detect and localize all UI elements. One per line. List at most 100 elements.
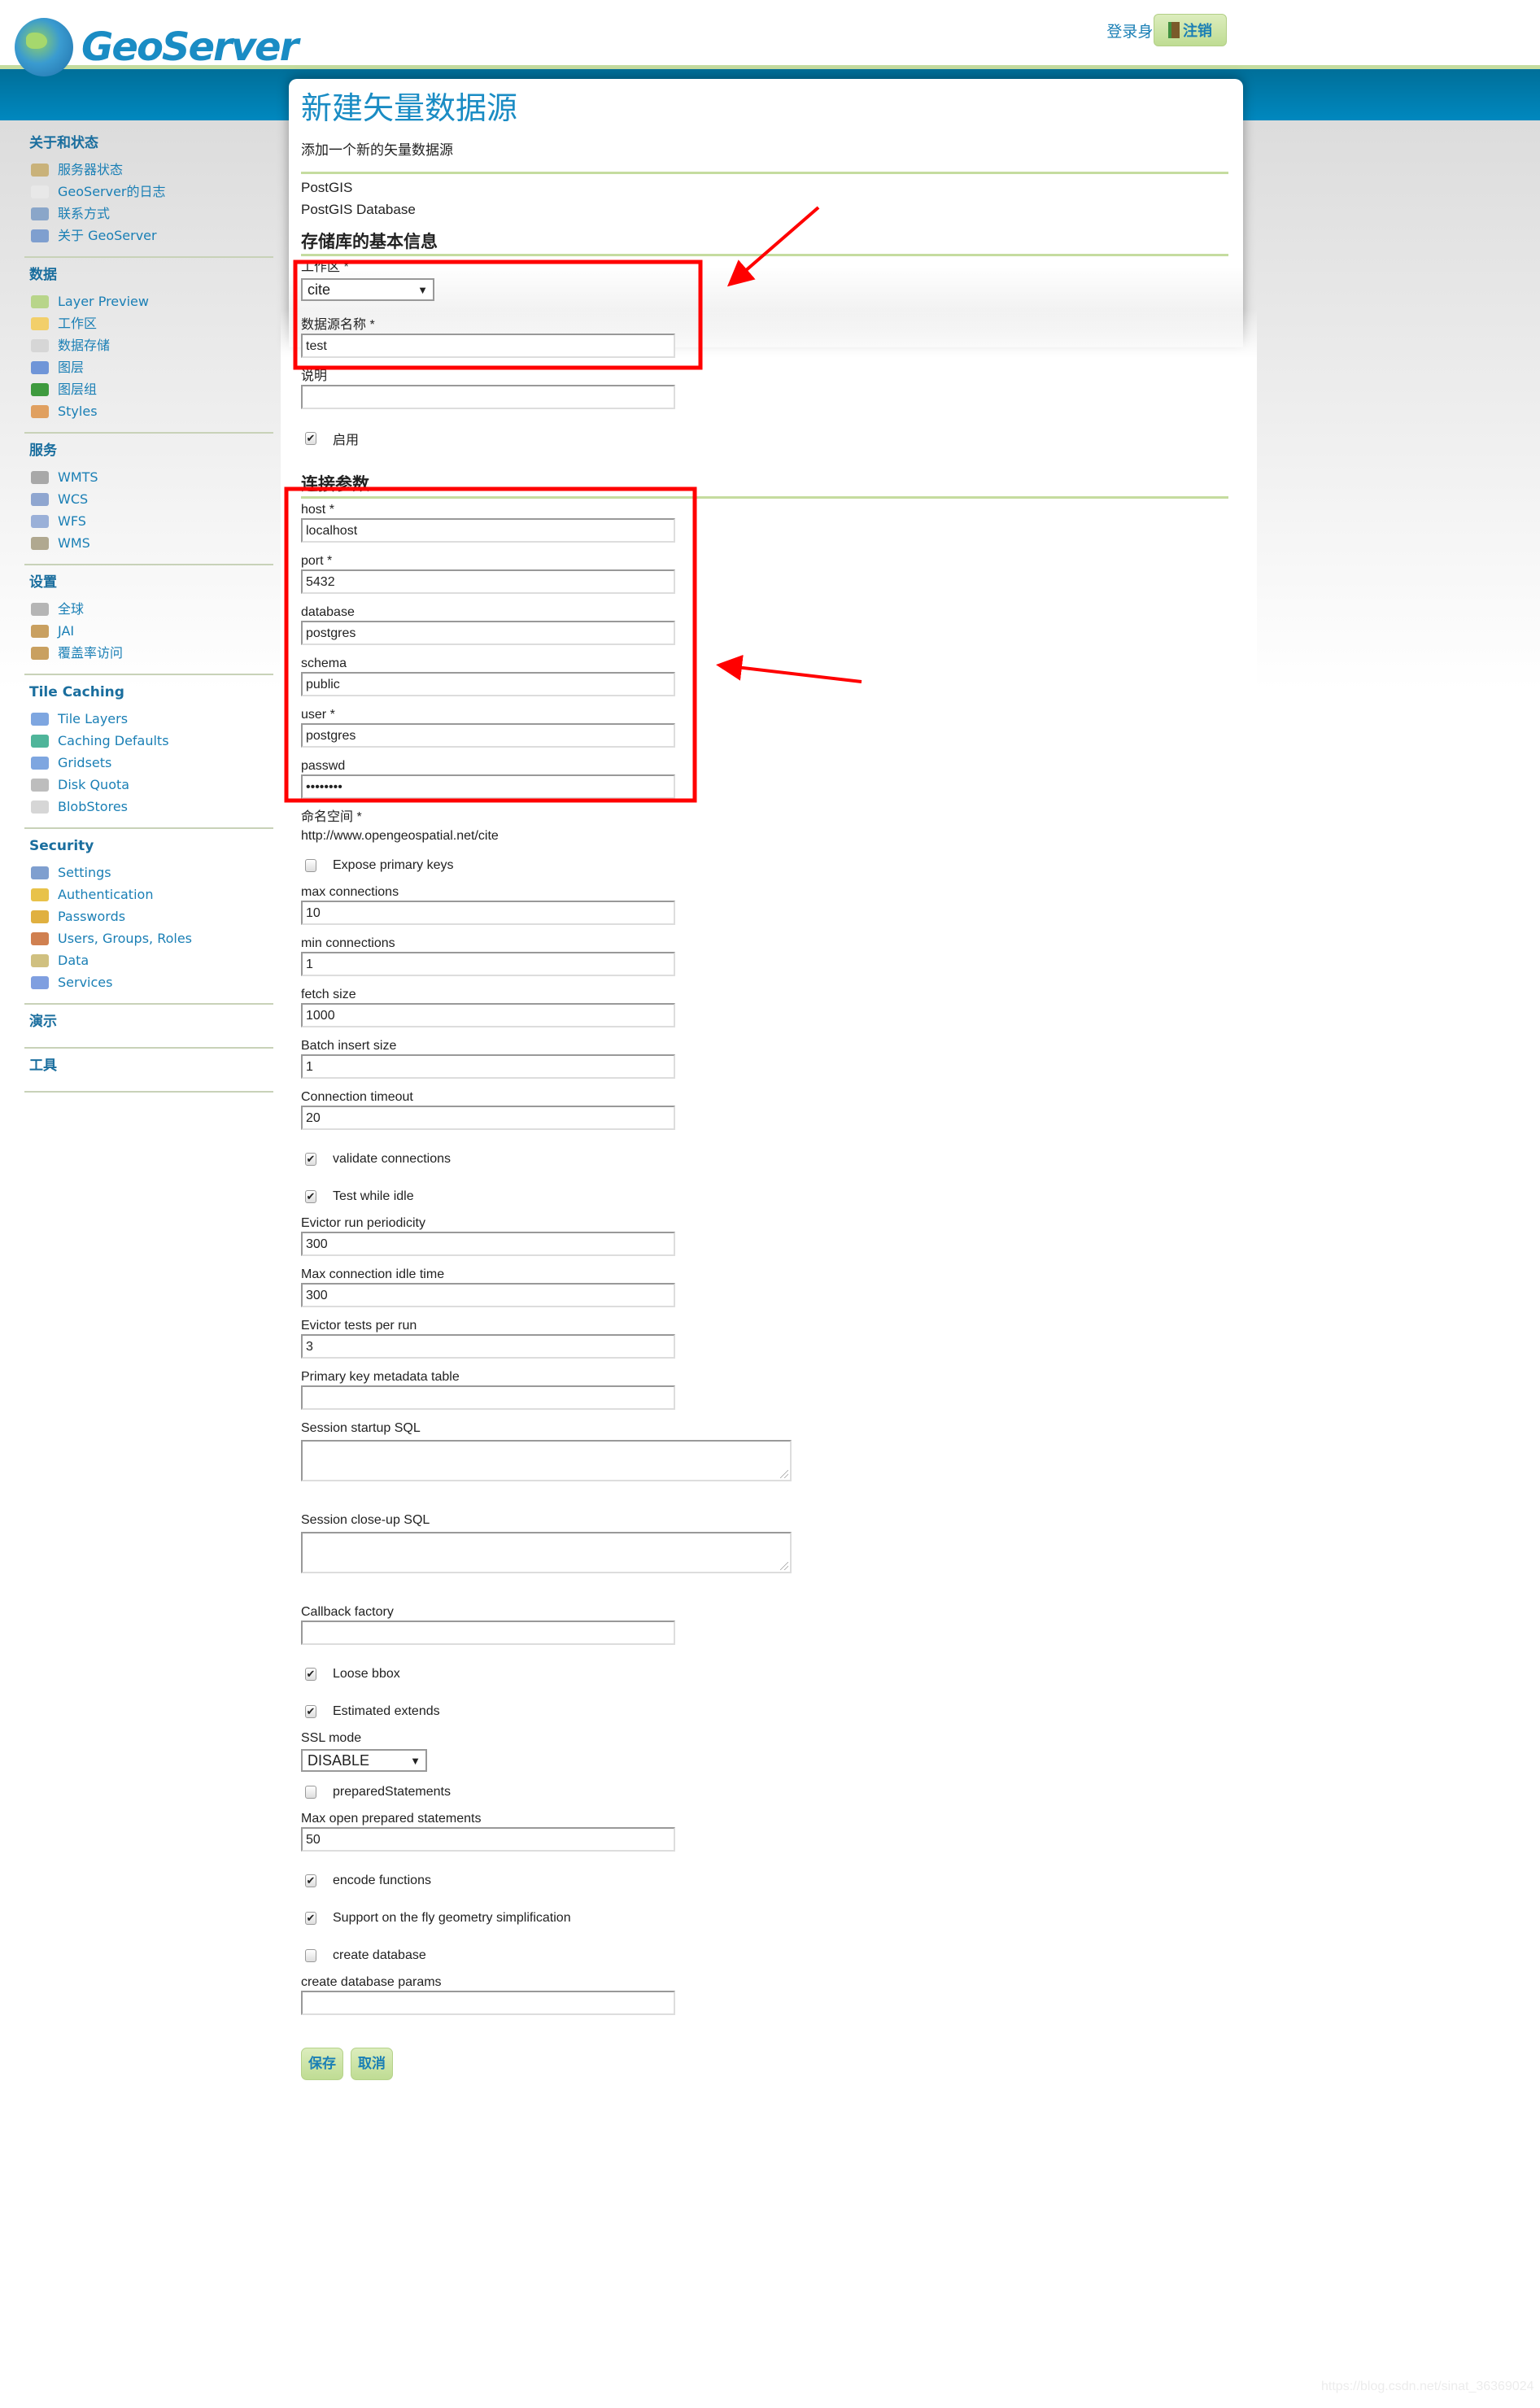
palette-icon <box>31 404 49 418</box>
sidebar-heading[interactable]: 服务 <box>24 438 273 463</box>
max-idle-time-input[interactable]: 300 <box>301 1283 675 1307</box>
sidebar-heading[interactable]: 工具 <box>24 1054 273 1078</box>
sidebar-item[interactable]: 图层组 <box>24 378 273 400</box>
sidebar-item-label: Passwords <box>58 909 126 924</box>
callback-factory-input[interactable] <box>301 1621 675 1645</box>
max-connections-input[interactable]: 10 <box>301 901 675 925</box>
sidebar-heading[interactable]: 关于和状态 <box>24 131 273 155</box>
sidebar-item[interactable]: Authentication <box>24 883 273 905</box>
host-input[interactable]: localhost <box>301 518 675 543</box>
schema-input[interactable]: public <box>301 672 675 696</box>
sidebar-item[interactable]: 图层 <box>24 356 273 378</box>
ssl-mode-select[interactable]: DISABLE ▼ <box>301 1749 427 1772</box>
sidebar-item[interactable]: WMS <box>24 532 273 554</box>
sidebar-item[interactable]: BlobStores <box>24 796 273 818</box>
sidebar-item[interactable]: 数据存储 <box>24 334 273 356</box>
connection-timeout-input[interactable]: 20 <box>301 1106 675 1130</box>
sidebar-heading[interactable]: 设置 <box>24 570 273 595</box>
sidebar-item[interactable]: Users, Groups, Roles <box>24 927 273 949</box>
session-startup-sql-textarea[interactable] <box>301 1440 792 1481</box>
sidebar-item-label: Caching Defaults <box>58 733 169 748</box>
checkbox[interactable] <box>305 859 316 872</box>
sidebar-section: Tile Caching Tile Layers Caching Defaults G… <box>24 675 273 829</box>
checkbox[interactable]: ✔ <box>305 1190 316 1203</box>
divider <box>301 496 1228 499</box>
validate-connections-checkbox[interactable]: ✔ validate connections <box>301 1141 1228 1178</box>
select-value: cite <box>308 281 331 298</box>
enabled-checkbox[interactable]: ✔ 启用 <box>301 420 1228 457</box>
sidebar-item[interactable]: Gridsets <box>24 752 273 774</box>
field-label: 说明 <box>301 369 328 383</box>
geometry-simplification-checkbox[interactable]: ✔ Support on the fly geometry simplificat… <box>301 1900 1228 1937</box>
min-connections-input[interactable]: 1 <box>301 952 675 976</box>
evictor-run-periodicity-input[interactable]: 300 <box>301 1232 675 1256</box>
sidebar-item[interactable]: Layer Preview <box>24 290 273 312</box>
estimated-extends-checkbox[interactable]: ✔ Estimated extends <box>301 1693 1228 1730</box>
sidebar-item[interactable]: Styles <box>24 400 273 422</box>
expose-primary-keys-checkbox[interactable]: Expose primary keys <box>301 847 1228 884</box>
checkbox[interactable]: ✔ <box>305 1912 316 1925</box>
checkbox-label: encode functions <box>333 1874 431 1887</box>
layer-icon <box>31 360 49 374</box>
encode-functions-checkbox[interactable]: ✔ encode functions <box>301 1862 1228 1900</box>
loose-bbox-checkbox[interactable]: ✔ Loose bbox <box>301 1656 1228 1693</box>
workspace-select[interactable]: cite ▼ <box>301 278 434 301</box>
fetch-size-input[interactable]: 1000 <box>301 1003 675 1027</box>
logout-button[interactable]: 注销 <box>1154 14 1227 46</box>
sidebar-item[interactable]: GeoServer的日志 <box>24 181 273 203</box>
create-database-checkbox[interactable]: create database <box>301 1937 1228 1974</box>
sidebar-item[interactable]: WFS <box>24 510 273 532</box>
sidebar-heading[interactable]: 数据 <box>24 263 273 287</box>
datastore-name-input[interactable]: test <box>301 334 675 358</box>
max-prepared-statements-input[interactable]: 50 <box>301 1827 675 1852</box>
sidebar-item[interactable]: 覆盖率访问 <box>24 642 273 664</box>
geoserver-logo[interactable]: GeoServer <box>15 15 299 80</box>
sidebar-heading[interactable]: 演示 <box>24 1010 273 1034</box>
checkbox[interactable]: ✔ <box>305 1668 316 1681</box>
batch-insert-size-input[interactable]: 1 <box>301 1054 675 1079</box>
checkbox[interactable] <box>305 1949 316 1962</box>
description-input[interactable] <box>301 385 675 409</box>
evictor-tests-input[interactable]: 3 <box>301 1334 675 1359</box>
store-type-description: PostGIS Database <box>301 202 416 217</box>
sidebar-heading[interactable]: Security <box>24 834 273 858</box>
sidebar-item[interactable]: 关于 GeoServer <box>24 225 273 246</box>
checkbox[interactable]: ✔ <box>305 432 316 445</box>
create-database-params-input[interactable] <box>301 1991 675 2015</box>
sidebar-item[interactable]: Services <box>24 971 273 993</box>
prepared-statements-checkbox[interactable]: preparedStatements <box>301 1773 1228 1811</box>
checkbox[interactable]: ✔ <box>305 1705 316 1718</box>
user-input[interactable]: postgres <box>301 723 675 748</box>
checkbox[interactable]: ✔ <box>305 1153 316 1166</box>
sidebar-item[interactable]: WCS <box>24 488 273 510</box>
pk-metadata-table-input[interactable] <box>301 1385 675 1410</box>
field-label: Max connection idle time <box>301 1267 445 1281</box>
sidebar-item-label: BlobStores <box>58 799 128 814</box>
password-input[interactable]: •••••••• <box>301 774 675 799</box>
sidebar-item[interactable]: Disk Quota <box>24 774 273 796</box>
sidebar-item[interactable]: Settings <box>24 862 273 883</box>
checkbox[interactable] <box>305 1786 316 1799</box>
port-input[interactable]: 5432 <box>301 569 675 594</box>
sidebar-heading[interactable]: Tile Caching <box>24 680 273 705</box>
database-input[interactable]: postgres <box>301 621 675 645</box>
sidebar-item-label: JAI <box>58 623 75 639</box>
sidebar-item[interactable]: Caching Defaults <box>24 730 273 752</box>
session-closeup-sql-textarea[interactable] <box>301 1532 792 1573</box>
form-buttons: 保存 取消 <box>301 2048 1228 2080</box>
sidebar-item[interactable]: Passwords <box>24 905 273 927</box>
sidebar-item[interactable]: 服务器状态 <box>24 159 273 181</box>
sidebar-item[interactable]: 全球 <box>24 598 273 620</box>
save-button[interactable]: 保存 <box>301 2048 343 2080</box>
sidebar-item[interactable]: JAI <box>24 620 273 642</box>
sidebar-item[interactable]: 工作区 <box>24 312 273 334</box>
page-description: 添加一个新的矢量数据源 <box>301 142 453 158</box>
sidebar-item[interactable]: 联系方式 <box>24 203 273 225</box>
checkbox[interactable]: ✔ <box>305 1874 316 1887</box>
sidebar-item[interactable]: Data <box>24 949 273 971</box>
cancel-button[interactable]: 取消 <box>351 2048 393 2080</box>
checkbox-label: Expose primary keys <box>333 858 454 872</box>
sidebar-item[interactable]: WMTS <box>24 466 273 488</box>
test-while-idle-checkbox[interactable]: ✔ Test while idle <box>301 1178 1228 1215</box>
sidebar-item[interactable]: Tile Layers <box>24 708 273 730</box>
